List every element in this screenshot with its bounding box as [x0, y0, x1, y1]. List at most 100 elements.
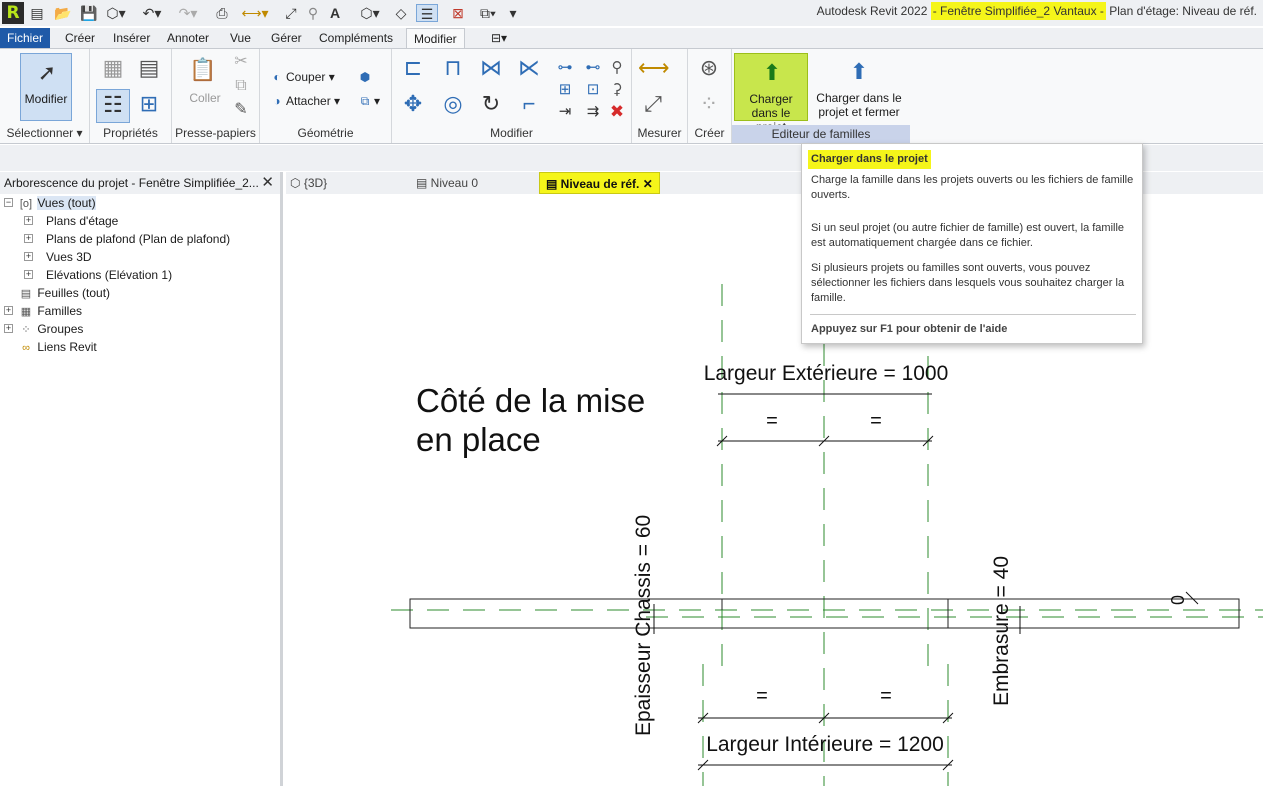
dim-eq-label[interactable]: =: [756, 685, 768, 707]
open-icon[interactable]: 📂: [54, 4, 72, 22]
save-icon[interactable]: 💾: [80, 4, 98, 22]
tree-item-plans-plafond[interactable]: + Plans de plafond (Plan de plafond): [24, 230, 230, 248]
tab-vue[interactable]: Vue: [223, 28, 258, 48]
dim-label-embrasure[interactable]: Embrasure = 40: [990, 556, 1013, 706]
tab-modifier[interactable]: Modifier: [406, 28, 465, 48]
expand-icon[interactable]: +: [24, 216, 33, 225]
switch-windows-icon[interactable]: ⧉▾: [474, 4, 502, 22]
print-icon[interactable]: ⎙: [212, 4, 232, 22]
close-hidden-icon[interactable]: ⊠: [448, 4, 468, 22]
undo-icon[interactable]: ↶▾: [138, 4, 166, 22]
tree-item-feuilles[interactable]: ▤ Feuilles (tout): [4, 284, 110, 302]
tab-complements[interactable]: Compléments: [312, 28, 400, 48]
create-group-icon[interactable]: ⁘: [694, 89, 724, 119]
expand-icon[interactable]: +: [24, 252, 33, 261]
trim-multiple-icon[interactable]: ⇉: [582, 97, 604, 127]
mirror-axis-icon[interactable]: ⋈: [476, 53, 506, 83]
groups-icon: ⁘: [21, 324, 31, 336]
close-tab-icon[interactable]: ✕: [643, 177, 653, 191]
rotate-icon[interactable]: ↻: [476, 89, 506, 119]
move-icon[interactable]: ✥: [398, 89, 428, 119]
3d-view-icon[interactable]: ⬡▾: [356, 4, 384, 22]
measure-distance-icon[interactable]: ⟷: [638, 53, 670, 83]
create-similar-icon[interactable]: ⊛: [694, 53, 724, 83]
tooltip-title: Charger dans le projet: [808, 150, 931, 169]
close-icon[interactable]: ✕: [261, 172, 274, 194]
tree-item-plans-etage[interactable]: + Plans d'étage: [24, 212, 118, 230]
delete-icon[interactable]: ✖: [606, 97, 628, 127]
expand-icon[interactable]: +: [24, 234, 33, 243]
plan-icon: ▤: [416, 176, 431, 190]
tree-item-liens-revit[interactable]: ∞ Liens Revit: [4, 338, 97, 356]
tag-icon[interactable]: ⚲: [304, 4, 322, 22]
sync-icon[interactable]: ⬡▾: [104, 4, 128, 22]
mirror-draw-icon[interactable]: ⋉: [514, 53, 544, 83]
panel-label-selectionner[interactable]: Sélectionner ▾: [0, 126, 89, 140]
tab-gerer[interactable]: Gérer: [264, 28, 309, 48]
dim-label-zero[interactable]: 0: [1168, 595, 1188, 605]
split-face-icon[interactable]: ⧉ ▾: [356, 91, 380, 111]
dim-eq-label[interactable]: =: [870, 410, 882, 432]
family-types-icon[interactable]: ▦: [98, 53, 128, 83]
tree-item-vues[interactable]: − [o] Vues (tout): [4, 194, 96, 212]
tree-item-familles[interactable]: + ▦ Familles: [4, 302, 82, 320]
family-category-icon[interactable]: ▤: [134, 53, 164, 83]
tooltip-divider: [810, 314, 1136, 315]
dim-eq-label[interactable]: =: [880, 685, 892, 707]
expand-icon[interactable]: +: [4, 324, 13, 333]
placement-side-label-1: Côté de la mise: [416, 382, 645, 419]
dimension-lines: [653, 393, 1199, 771]
view-tab-niveau-ref[interactable]: ▤ Niveau de réf. ✕: [539, 172, 660, 194]
dimension-icon[interactable]: ⤢: [282, 4, 300, 22]
copy-element-icon[interactable]: ◎: [438, 89, 468, 119]
match-properties-icon[interactable]: ✎: [230, 99, 252, 121]
text-icon[interactable]: A: [326, 4, 344, 22]
view-tab-3d[interactable]: ⬡ {3D}: [290, 172, 327, 194]
expand-icon[interactable]: +: [4, 306, 13, 315]
tab-creer[interactable]: Créer: [58, 28, 102, 48]
dim-label-epaisseur-chassis[interactable]: Epaisseur Chassis = 60: [632, 515, 655, 736]
properties-icon[interactable]: ☷: [96, 89, 130, 123]
section-icon[interactable]: ◇: [392, 4, 410, 22]
charger-dans-projet-button[interactable]: ⬆ Charger dans le projet: [734, 53, 808, 134]
attacher-button[interactable]: ◑ Attacher ▾: [268, 91, 340, 111]
trim-icon[interactable]: ⌐: [514, 89, 544, 119]
charger-et-fermer-button[interactable]: ⬆ Charger dans le projet et fermer: [812, 53, 906, 121]
offset-icon[interactable]: ⊓: [438, 53, 468, 83]
trim-single-icon[interactable]: ⇥: [554, 97, 576, 127]
view-tab-niveau-0[interactable]: ▤ Niveau 0: [416, 172, 478, 194]
home-icon[interactable]: ▤: [28, 4, 46, 22]
cut-icon[interactable]: ✂: [230, 51, 252, 73]
tab-inserer[interactable]: Insérer: [106, 28, 157, 48]
tab-annoter[interactable]: Annoter: [160, 28, 216, 48]
dim-eq-label[interactable]: =: [766, 410, 778, 432]
project-browser: Arborescence du projet - Fenêtre Simplif…: [0, 172, 283, 786]
dim-label-largeur-interieure[interactable]: Largeur Intérieure = 1200: [706, 733, 944, 756]
tree-item-vues-3d[interactable]: + Vues 3D: [24, 248, 92, 266]
copy-icon[interactable]: ⧉: [230, 75, 252, 97]
align-icon[interactable]: ⊏: [398, 53, 428, 83]
thin-lines-icon[interactable]: ☰: [416, 4, 438, 22]
expand-icon[interactable]: +: [24, 270, 33, 279]
collapse-icon[interactable]: −: [4, 198, 13, 207]
customize-qat-icon[interactable]: ▾: [506, 4, 520, 22]
cube-icon: ⬡: [290, 176, 304, 190]
dim-label-largeur-exterieure[interactable]: Largeur Extérieure = 1000: [704, 362, 949, 385]
type-properties-icon[interactable]: ⊞: [134, 89, 164, 119]
redo-icon[interactable]: ↷▾: [174, 4, 202, 22]
measure-icon[interactable]: ⟷▾: [240, 4, 270, 22]
tree-item-groupes[interactable]: + ⁘ Groupes: [4, 320, 83, 338]
couper-button[interactable]: ◐ Couper ▾: [268, 67, 334, 87]
panel-creer: ⊛ ⁘ Créer: [688, 49, 732, 143]
wall-joins-icon[interactable]: ⬢: [356, 67, 374, 87]
tooltip-charger-projet: Charger dans le projet Charge la famille…: [801, 143, 1143, 344]
tab-fichier[interactable]: Fichier: [0, 28, 51, 48]
load-into-project-icon: ⬆: [762, 60, 782, 85]
tree-item-elevations[interactable]: + Elévations (Elévation 1): [24, 266, 172, 284]
ribbon-display-toggle-icon[interactable]: ⊟▾: [484, 28, 514, 48]
aligned-dimension-icon[interactable]: ⤢: [638, 89, 668, 119]
revit-logo-icon[interactable]: R: [2, 2, 24, 24]
paste-icon[interactable]: 📋: [188, 55, 218, 85]
modifier-button[interactable]: ➚ Modifier: [20, 53, 72, 121]
panel-selectionner: ➚ Modifier Sélectionner ▾: [0, 49, 90, 143]
